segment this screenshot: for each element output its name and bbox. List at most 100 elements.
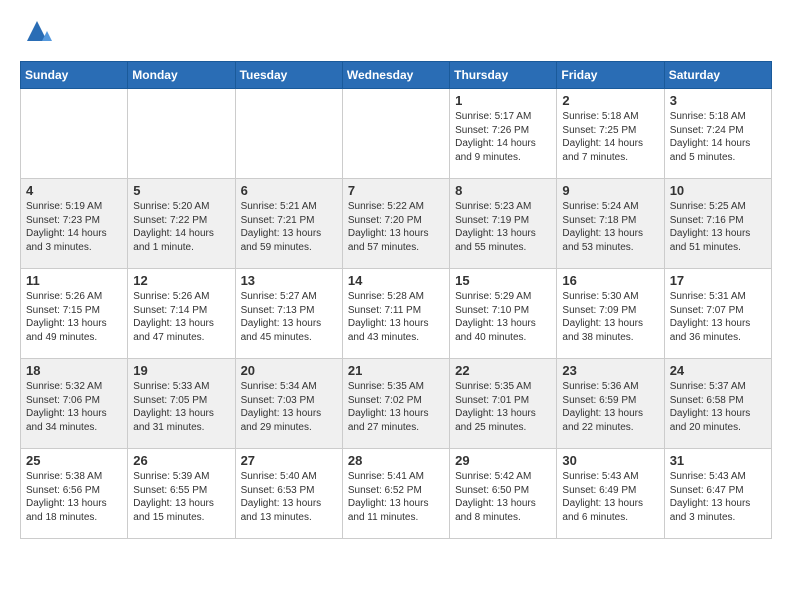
day-number: 27 [241, 453, 337, 468]
day-info: Sunrise: 5:28 AM Sunset: 7:11 PM Dayligh… [348, 290, 444, 344]
day-number: 4 [26, 183, 122, 198]
calendar-week-2: 4 Sunrise: 5:19 AM Sunset: 7:23 PM Daylig… [21, 179, 772, 269]
day-number: 22 [455, 363, 551, 378]
calendar-cell: 25 Sunrise: 5:38 AM Sunset: 6:56 PM Dayli… [21, 449, 128, 539]
day-info: Sunrise: 5:29 AM Sunset: 7:10 PM Dayligh… [455, 290, 551, 344]
day-number: 23 [562, 363, 658, 378]
day-info: Sunrise: 5:31 AM Sunset: 7:07 PM Dayligh… [670, 290, 766, 344]
calendar-cell: 21 Sunrise: 5:35 AM Sunset: 7:02 PM Dayli… [342, 359, 449, 449]
day-number: 30 [562, 453, 658, 468]
day-header-monday: Monday [128, 62, 235, 89]
day-info: Sunrise: 5:41 AM Sunset: 6:52 PM Dayligh… [348, 470, 444, 524]
calendar-week-1: 1 Sunrise: 5:17 AM Sunset: 7:26 PM Daylig… [21, 89, 772, 179]
calendar-cell: 13 Sunrise: 5:27 AM Sunset: 7:13 PM Dayli… [235, 269, 342, 359]
day-number: 31 [670, 453, 766, 468]
day-header-tuesday: Tuesday [235, 62, 342, 89]
calendar-cell: 11 Sunrise: 5:26 AM Sunset: 7:15 PM Dayli… [21, 269, 128, 359]
page-header [20, 16, 772, 51]
calendar-cell: 28 Sunrise: 5:41 AM Sunset: 6:52 PM Dayli… [342, 449, 449, 539]
day-number: 1 [455, 93, 551, 108]
day-info: Sunrise: 5:43 AM Sunset: 6:49 PM Dayligh… [562, 470, 658, 524]
calendar-cell [235, 89, 342, 179]
day-info: Sunrise: 5:40 AM Sunset: 6:53 PM Dayligh… [241, 470, 337, 524]
day-number: 18 [26, 363, 122, 378]
calendar-cell: 26Sunrise: 5:39 AM Sunset: 6:55 PM Dayli… [128, 449, 235, 539]
calendar-table: SundayMondayTuesdayWednesdayThursdayFrid… [20, 61, 772, 539]
calendar-cell: 20Sunrise: 5:34 AM Sunset: 7:03 PM Dayli… [235, 359, 342, 449]
calendar-cell: 18 Sunrise: 5:32 AM Sunset: 7:06 PM Dayli… [21, 359, 128, 449]
day-info: Sunrise: 5:24 AM Sunset: 7:18 PM Dayligh… [562, 200, 658, 254]
day-info: Sunrise: 5:23 AM Sunset: 7:19 PM Dayligh… [455, 200, 551, 254]
day-number: 6 [241, 183, 337, 198]
day-info: Sunrise: 5:38 AM Sunset: 6:56 PM Dayligh… [26, 470, 122, 524]
day-header-saturday: Saturday [664, 62, 771, 89]
day-info: Sunrise: 5:27 AM Sunset: 7:13 PM Dayligh… [241, 290, 337, 344]
day-number: 16 [562, 273, 658, 288]
calendar-cell: 1 Sunrise: 5:17 AM Sunset: 7:26 PM Daylig… [450, 89, 557, 179]
day-info: Sunrise: 5:25 AM Sunset: 7:16 PM Dayligh… [670, 200, 766, 254]
calendar-cell: 19 Sunrise: 5:33 AM Sunset: 7:05 PM Dayli… [128, 359, 235, 449]
day-header-row: SundayMondayTuesdayWednesdayThursdayFrid… [21, 62, 772, 89]
calendar-cell: 14 Sunrise: 5:28 AM Sunset: 7:11 PM Dayli… [342, 269, 449, 359]
calendar-cell: 12 Sunrise: 5:26 AM Sunset: 7:14 PM Dayli… [128, 269, 235, 359]
day-info: Sunrise: 5:26 AM Sunset: 7:15 PM Dayligh… [26, 290, 122, 344]
calendar-cell: 2 Sunrise: 5:18 AM Sunset: 7:25 PM Daylig… [557, 89, 664, 179]
calendar-cell: 7 Sunrise: 5:22 AM Sunset: 7:20 PM Daylig… [342, 179, 449, 269]
day-info: Sunrise: 5:35 AM Sunset: 7:02 PM Dayligh… [348, 380, 444, 434]
day-number: 14 [348, 273, 444, 288]
calendar-cell: 23 Sunrise: 5:36 AM Sunset: 6:59 PM Dayli… [557, 359, 664, 449]
calendar-cell: 17 Sunrise: 5:31 AM Sunset: 7:07 PM Dayli… [664, 269, 771, 359]
day-info: Sunrise: 5:30 AM Sunset: 7:09 PM Dayligh… [562, 290, 658, 344]
calendar-week-5: 25 Sunrise: 5:38 AM Sunset: 6:56 PM Dayli… [21, 449, 772, 539]
day-header-friday: Friday [557, 62, 664, 89]
day-number: 9 [562, 183, 658, 198]
calendar-cell: 4 Sunrise: 5:19 AM Sunset: 7:23 PM Daylig… [21, 179, 128, 269]
day-number: 19 [133, 363, 229, 378]
day-info: Sunrise: 5:19 AM Sunset: 7:23 PM Dayligh… [26, 200, 122, 254]
day-info: Sunrise: 5:18 AM Sunset: 7:25 PM Dayligh… [562, 110, 658, 164]
day-number: 15 [455, 273, 551, 288]
day-header-thursday: Thursday [450, 62, 557, 89]
calendar-cell: 24Sunrise: 5:37 AM Sunset: 6:58 PM Dayli… [664, 359, 771, 449]
day-number: 24 [670, 363, 766, 378]
calendar-cell: 31Sunrise: 5:43 AM Sunset: 6:47 PM Dayli… [664, 449, 771, 539]
day-info: Sunrise: 5:17 AM Sunset: 7:26 PM Dayligh… [455, 110, 551, 164]
calendar-cell: 3Sunrise: 5:18 AM Sunset: 7:24 PM Daylig… [664, 89, 771, 179]
day-info: Sunrise: 5:42 AM Sunset: 6:50 PM Dayligh… [455, 470, 551, 524]
day-info: Sunrise: 5:34 AM Sunset: 7:03 PM Dayligh… [241, 380, 337, 434]
day-number: 25 [26, 453, 122, 468]
calendar-cell: 22 Sunrise: 5:35 AM Sunset: 7:01 PM Dayli… [450, 359, 557, 449]
day-number: 17 [670, 273, 766, 288]
calendar-cell: 5Sunrise: 5:20 AM Sunset: 7:22 PM Daylig… [128, 179, 235, 269]
calendar-header: SundayMondayTuesdayWednesdayThursdayFrid… [21, 62, 772, 89]
calendar-cell [128, 89, 235, 179]
day-number: 11 [26, 273, 122, 288]
calendar-cell: 9 Sunrise: 5:24 AM Sunset: 7:18 PM Daylig… [557, 179, 664, 269]
day-info: Sunrise: 5:33 AM Sunset: 7:05 PM Dayligh… [133, 380, 229, 434]
day-number: 29 [455, 453, 551, 468]
day-number: 2 [562, 93, 658, 108]
day-info: Sunrise: 5:32 AM Sunset: 7:06 PM Dayligh… [26, 380, 122, 434]
calendar-cell [21, 89, 128, 179]
day-info: Sunrise: 5:22 AM Sunset: 7:20 PM Dayligh… [348, 200, 444, 254]
day-number: 5 [133, 183, 229, 198]
day-header-sunday: Sunday [21, 62, 128, 89]
day-info: Sunrise: 5:26 AM Sunset: 7:14 PM Dayligh… [133, 290, 229, 344]
calendar-cell: 16 Sunrise: 5:30 AM Sunset: 7:09 PM Dayli… [557, 269, 664, 359]
day-number: 8 [455, 183, 551, 198]
day-number: 28 [348, 453, 444, 468]
day-number: 21 [348, 363, 444, 378]
day-number: 7 [348, 183, 444, 198]
day-header-wednesday: Wednesday [342, 62, 449, 89]
calendar-week-4: 18 Sunrise: 5:32 AM Sunset: 7:06 PM Dayli… [21, 359, 772, 449]
day-number: 26 [133, 453, 229, 468]
calendar-cell [342, 89, 449, 179]
calendar-cell: 6Sunrise: 5:21 AM Sunset: 7:21 PM Daylig… [235, 179, 342, 269]
calendar-cell: 29 Sunrise: 5:42 AM Sunset: 6:50 PM Dayli… [450, 449, 557, 539]
day-number: 13 [241, 273, 337, 288]
calendar-week-3: 11 Sunrise: 5:26 AM Sunset: 7:15 PM Dayli… [21, 269, 772, 359]
calendar-body: 1 Sunrise: 5:17 AM Sunset: 7:26 PM Daylig… [21, 89, 772, 539]
day-info: Sunrise: 5:36 AM Sunset: 6:59 PM Dayligh… [562, 380, 658, 434]
day-number: 12 [133, 273, 229, 288]
day-info: Sunrise: 5:35 AM Sunset: 7:01 PM Dayligh… [455, 380, 551, 434]
